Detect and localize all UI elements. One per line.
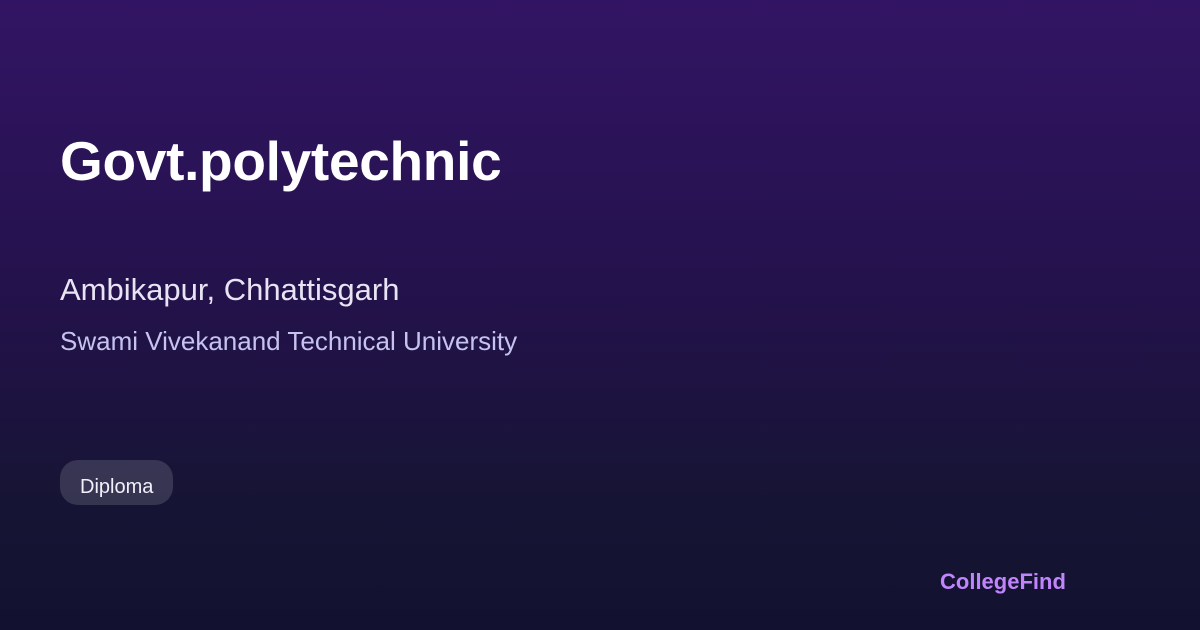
affiliated-university: Swami Vivekanand Technical University	[60, 326, 518, 356]
brand-logo-text: CollegeFind	[940, 569, 1066, 594]
college-title: Govt.polytechnic	[60, 130, 502, 192]
college-share-card: Govt.polytechnic Ambikapur, Chhattisgarh…	[0, 0, 1200, 630]
college-location: Ambikapur, Chhattisgarh	[60, 272, 400, 307]
course-level-badge: Diploma	[60, 460, 174, 505]
